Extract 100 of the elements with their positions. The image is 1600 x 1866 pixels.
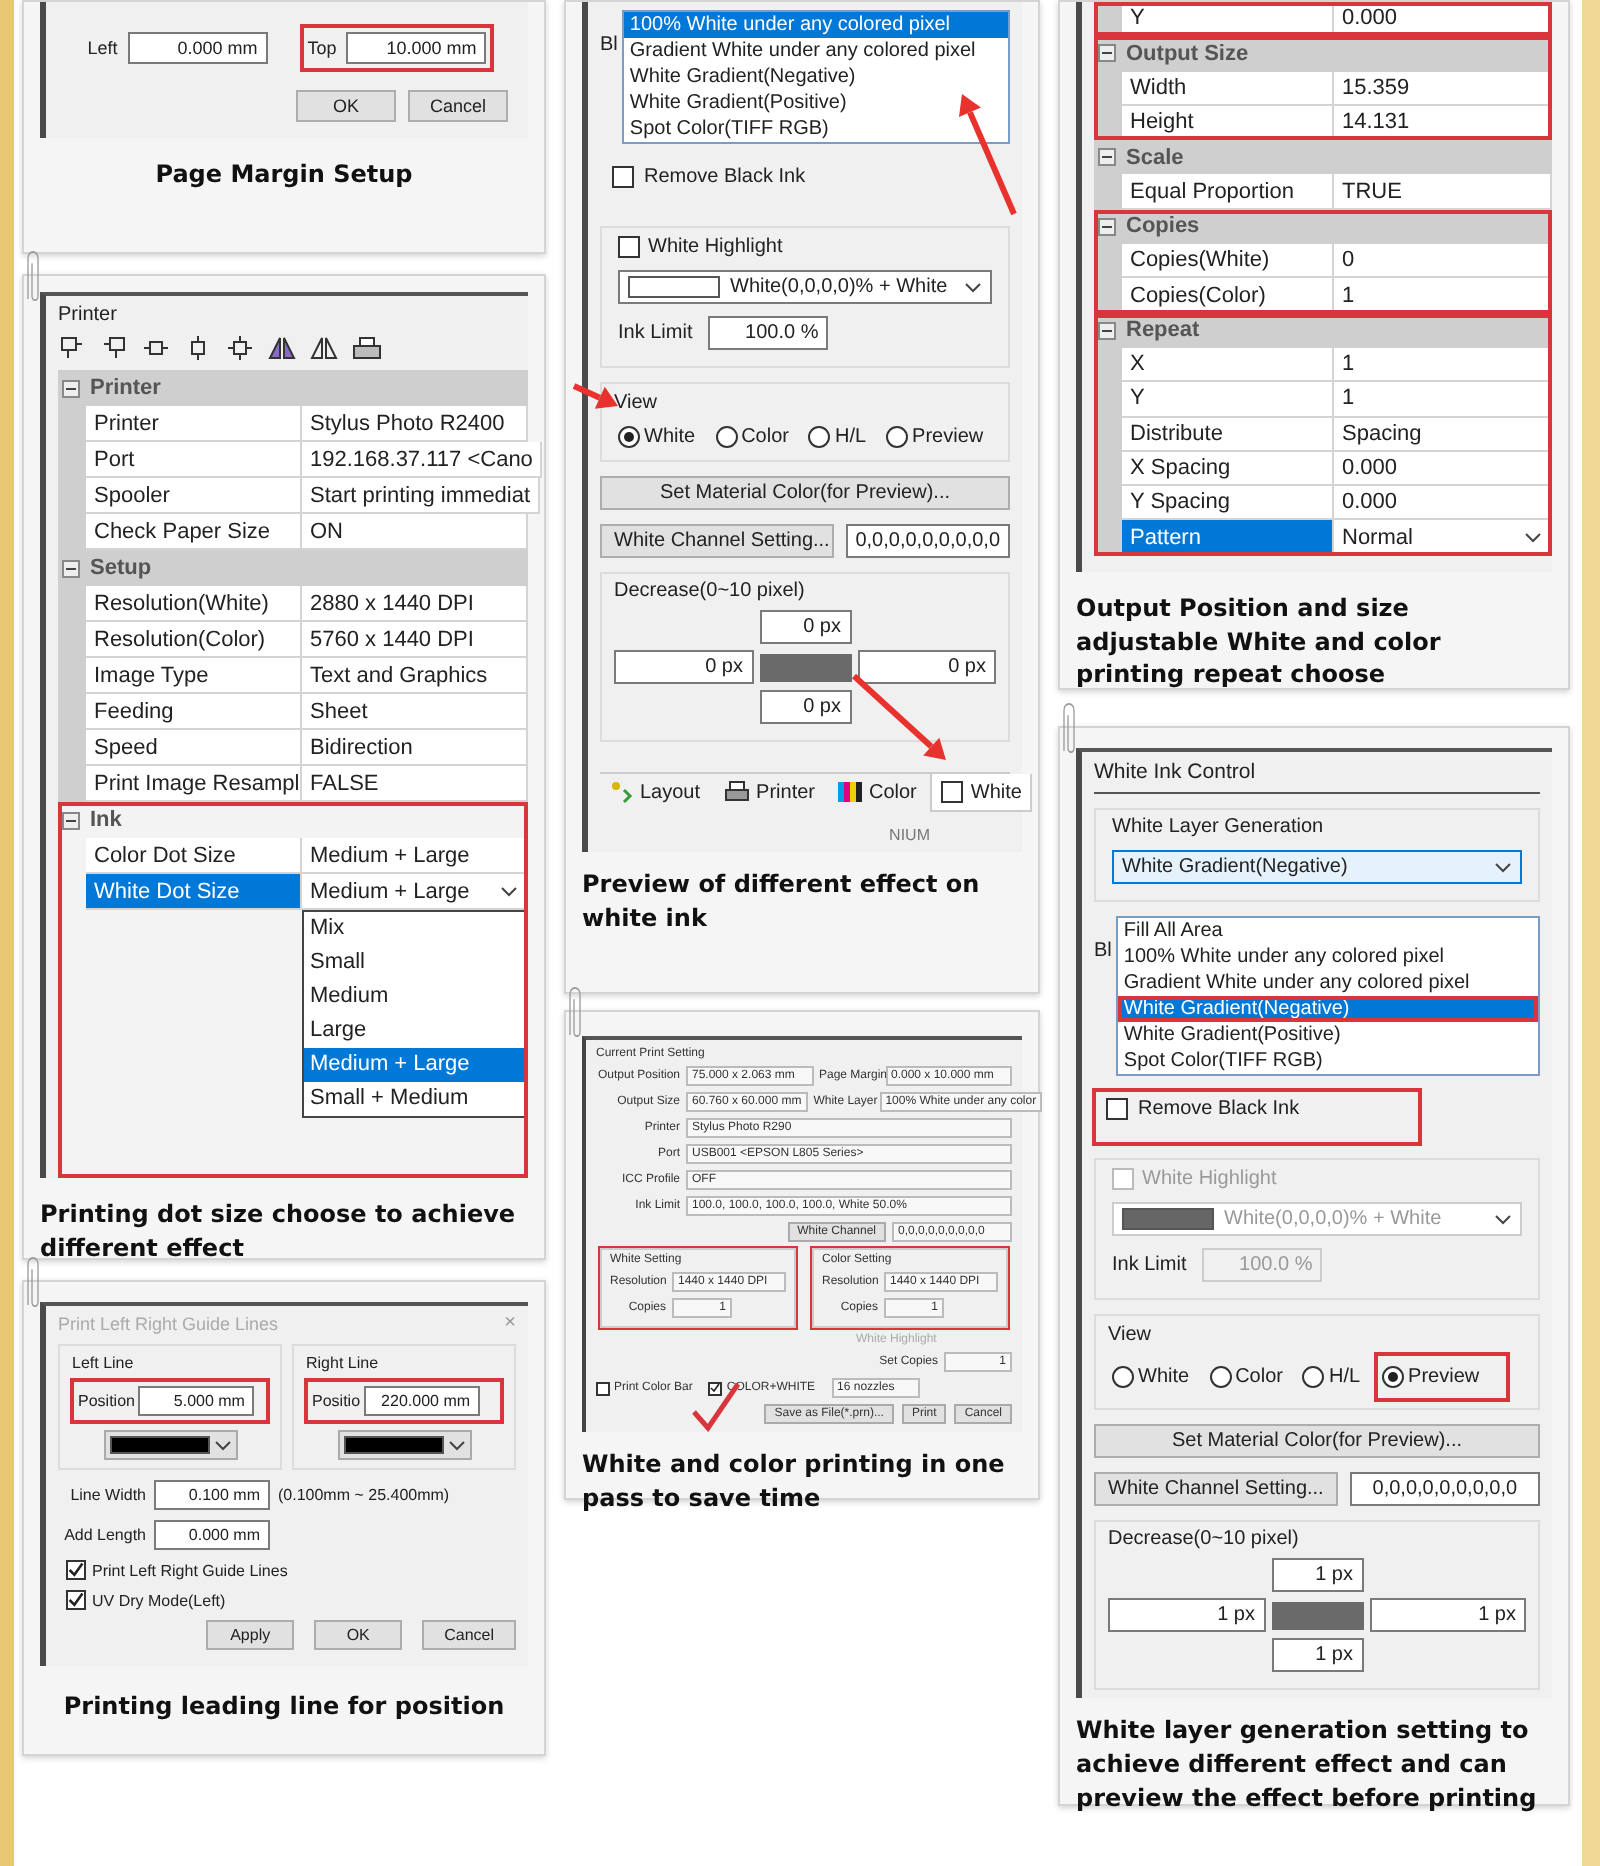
dialog-button[interactable]: Cancel	[407, 90, 508, 122]
input-field[interactable]: 1 px	[1271, 1558, 1363, 1592]
property-value[interactable]: 0.000	[1334, 2, 1552, 37]
material-color-button[interactable]: Set Material Color(for Preview)...	[1094, 1424, 1540, 1458]
property-value[interactable]: Normal	[1334, 520, 1552, 556]
channel-setting-button[interactable]: White Channel Setting...	[600, 524, 834, 558]
property-name[interactable]: Print Image Resampl	[86, 766, 302, 802]
property-value[interactable]: 0.000	[1334, 486, 1552, 521]
input-field[interactable]: 1 px	[1271, 1638, 1363, 1672]
input-field[interactable]: 0,0,0,0,0,0,0,0,0	[1349, 1472, 1540, 1506]
dialog-button[interactable]: OK	[295, 90, 396, 122]
property-name[interactable]: Resolution(Color)	[86, 622, 302, 658]
dropdown-option[interactable]: White Gradient(Negative)	[1117, 996, 1538, 1022]
dropdown-option[interactable]: Large	[304, 1014, 526, 1048]
property-value[interactable]: 2880 x 1440 DPI	[302, 586, 528, 622]
dropdown-option[interactable]: White Gradient(Positive)	[623, 90, 1008, 116]
property-value[interactable]: FALSE	[302, 766, 528, 802]
input-field[interactable]: 1 px	[1369, 1598, 1526, 1632]
property-name[interactable]: Printer	[86, 406, 302, 442]
input-field[interactable]: 0 px	[759, 690, 851, 724]
dropdown-option[interactable]: White Gradient(Negative)	[623, 64, 1008, 90]
dropdown-option[interactable]: Mix	[304, 912, 526, 946]
property-name[interactable]: X Spacing	[1122, 451, 1334, 487]
dropdown-option[interactable]: Medium	[304, 980, 526, 1014]
property-name[interactable]: Feeding	[86, 694, 302, 730]
property-value[interactable]: 1	[1334, 278, 1552, 314]
property-name[interactable]: Resolution(White)	[86, 586, 302, 622]
property-name[interactable]: Speed	[86, 730, 302, 766]
input-field[interactable]: 0 px	[857, 650, 996, 684]
dropdown-option[interactable]: Fill All Area	[1117, 918, 1538, 944]
group-label: View	[1108, 1324, 1153, 1346]
property-value[interactable]: 0	[1334, 244, 1552, 279]
property-value[interactable]: ON	[302, 514, 528, 550]
dropdown-option[interactable]: 100% White under any colored pixel	[1117, 944, 1538, 970]
window-title: White Ink Control	[1094, 760, 1540, 794]
dropdown-option[interactable]: White Gradient(Positive)	[1117, 1022, 1538, 1048]
property-value[interactable]: 0.000	[1334, 451, 1552, 487]
property-name[interactable]: Distribute	[1122, 417, 1334, 452]
channel-setting-button[interactable]: White Channel Setting...	[1094, 1472, 1338, 1506]
input-field[interactable]: 10.000 mm	[346, 32, 487, 64]
dropdown-option[interactable]: Gradient White under any colored pixel	[1117, 970, 1538, 996]
property-name[interactable]: Spooler	[86, 478, 302, 514]
property-value[interactable]: 1	[1334, 347, 1552, 383]
property-name[interactable]: Equal Proportion	[1122, 174, 1334, 210]
input-field[interactable]: 0.000 mm	[154, 1520, 270, 1550]
dialog-button[interactable]: Apply	[206, 1620, 295, 1650]
input-field[interactable]: 0 px	[614, 650, 753, 684]
property-value[interactable]: 1	[1334, 382, 1552, 418]
property-name[interactable]: Color Dot Size	[86, 838, 302, 874]
dropdown-option[interactable]: Small + Medium	[304, 1082, 526, 1116]
dropdown-option[interactable]: Gradient White under any colored pixel	[623, 38, 1008, 64]
range-hint: (0.100mm ~ 25.400mm)	[278, 1486, 450, 1504]
dropdown-select[interactable]: White(0,0,0,0)% + White	[618, 270, 992, 304]
group-title: Printer	[90, 376, 161, 400]
property-value[interactable]: 5760 x 1440 DPI	[302, 622, 528, 658]
property-name[interactable]: White Dot Size	[86, 874, 302, 910]
property-value[interactable]: Medium + Large	[302, 874, 528, 910]
input-field[interactable]: 0 px	[759, 610, 851, 644]
property-name[interactable]: Width	[1122, 71, 1334, 106]
property-value[interactable]: Bidirection	[302, 730, 528, 766]
input-field[interactable]: 0,0,0,0,0,0,0,0,0	[845, 524, 1010, 558]
property-name[interactable]: Y Spacing	[1122, 486, 1334, 521]
input-field[interactable]: 220.000 mm	[364, 1386, 481, 1416]
field-label: Position	[78, 1392, 135, 1410]
property-name[interactable]: Y	[1122, 382, 1334, 418]
dropdown-option[interactable]: Spot Color(TIFF RGB)	[1117, 1048, 1538, 1074]
property-name[interactable]: Check Paper Size	[86, 514, 302, 550]
dialog-button[interactable]: Cancel	[422, 1620, 516, 1650]
property-name[interactable]: Copies(White)	[1122, 244, 1334, 279]
input-field[interactable]: 100.0 %	[708, 316, 829, 350]
dialog-button[interactable]: OK	[314, 1620, 403, 1650]
dropdown-option[interactable]: Small	[304, 946, 526, 980]
property-value[interactable]: 15.359	[1334, 71, 1552, 106]
property-value[interactable]: Stylus Photo R2400	[302, 406, 528, 442]
property-name[interactable]: Height	[1122, 105, 1334, 141]
input-field[interactable]: 0.000 mm	[127, 32, 268, 64]
property-name[interactable]: Copies(Color)	[1122, 278, 1334, 314]
dropdown-option[interactable]: Spot Color(TIFF RGB)	[623, 116, 1008, 142]
property-value[interactable]: Start printing immediat	[302, 478, 541, 514]
dropdown-select[interactable]: White Gradient(Negative)	[1112, 850, 1522, 884]
panel-tab[interactable]: White	[930, 774, 1032, 812]
dropdown-option[interactable]: 100% White under any colored pixel	[623, 12, 1008, 38]
caption: White and color printing in one pass to save time	[582, 1448, 1007, 1516]
property-value[interactable]: Text and Graphics	[302, 658, 528, 694]
property-value[interactable]: Spacing	[1334, 417, 1552, 452]
property-name[interactable]: X	[1122, 347, 1334, 383]
material-color-button[interactable]: Set Material Color(for Preview)...	[600, 476, 1010, 510]
property-name[interactable]: Image Type	[86, 658, 302, 694]
property-value[interactable]: Medium + Large	[302, 838, 528, 874]
property-name[interactable]: Pattern	[1122, 520, 1334, 556]
input-field[interactable]: 0.100 mm	[154, 1480, 270, 1510]
property-value[interactable]: TRUE	[1334, 174, 1552, 210]
property-name[interactable]: Port	[86, 442, 302, 478]
property-value[interactable]: 14.131	[1334, 105, 1552, 141]
property-value[interactable]: Sheet	[302, 694, 528, 730]
dropdown-option[interactable]: Medium + Large	[304, 1048, 526, 1082]
input-field[interactable]: 5.000 mm	[138, 1386, 255, 1416]
property-name[interactable]: Y	[1122, 2, 1334, 37]
input-field[interactable]: 1 px	[1108, 1598, 1265, 1632]
property-value[interactable]: 192.168.37.117 <Cano	[302, 442, 543, 478]
